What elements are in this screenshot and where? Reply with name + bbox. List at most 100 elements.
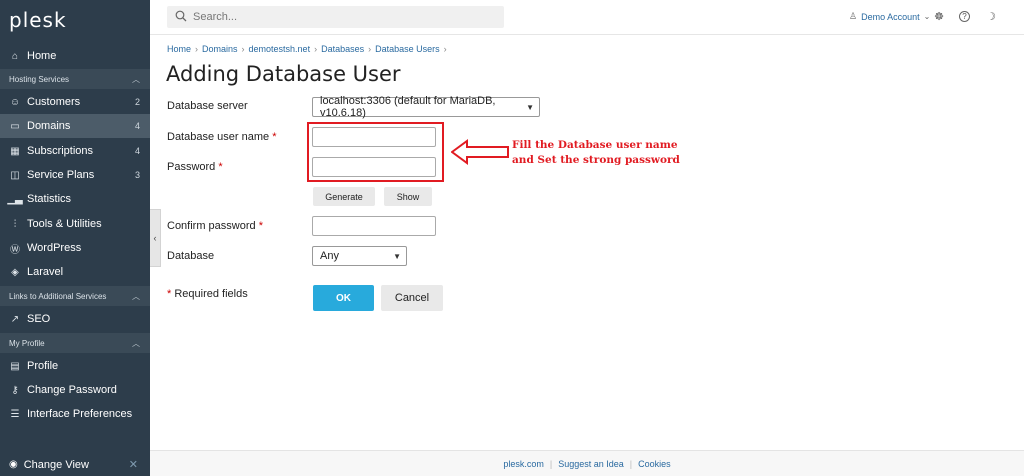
sidebar-item-customers[interactable]: ☺ Customers 2 (0, 90, 150, 114)
sidebar-item-label: Home (27, 50, 57, 62)
sliders-icon: ⫶ (13, 218, 17, 230)
chevron-up-icon: ︿ (132, 74, 140, 84)
database-value: Any (320, 250, 339, 262)
nav-group-label: Hosting Services (9, 74, 70, 84)
plesk-logo[interactable]: plesk (9, 8, 67, 32)
footer-link-cookies[interactable]: Cookies (638, 459, 671, 469)
search-input[interactable]: Search... (167, 6, 504, 28)
chevron-right-icon: › (368, 44, 372, 54)
database-user-name-label: Database user name * (167, 131, 276, 143)
chevron-right-icon: › (241, 44, 245, 54)
sidebar-item-tools[interactable]: ⫶ Tools & Utilities (0, 212, 150, 236)
chevron-up-icon: ︿ (132, 291, 140, 301)
database-server-label: Database server (167, 100, 248, 112)
sidebar-item-wordpress[interactable]: Ⓦ WordPress (0, 236, 150, 260)
eye-icon: ◉ (9, 459, 18, 470)
sidebar-item-subscriptions[interactable]: ▦ Subscriptions 4 (0, 139, 150, 163)
footer-separator: | (549, 458, 553, 469)
sidebar-item-count: 2 (134, 97, 140, 107)
monitor-icon: ▭ (10, 120, 20, 132)
sidebar-item-label: WordPress (27, 242, 82, 254)
nav-group-hosting[interactable]: Hosting Services ︿ (0, 69, 150, 89)
required-fields-note: * Required fields (167, 288, 248, 300)
sidebar-item-label: SEO (27, 313, 51, 325)
wordpress-icon: Ⓦ (10, 244, 20, 256)
annotation-line-2: and Set the strong password (512, 154, 680, 166)
bug-icon[interactable]: ☸ (932, 9, 946, 23)
moon-icon[interactable]: ☽ (984, 9, 998, 23)
book-icon: ◫ (10, 169, 20, 181)
chevron-right-icon: › (195, 44, 199, 54)
sidebar-item-label: Interface Preferences (27, 408, 133, 420)
chevron-down-icon: ▼ (393, 251, 401, 261)
sidebar-item-label: Tools & Utilities (27, 218, 102, 230)
top-bar: Search... ♙ Demo Account ⌄ ☸ ? ☽ (150, 0, 1024, 35)
search-icon (175, 10, 187, 25)
sidebar-item-label: Subscriptions (27, 145, 94, 157)
breadcrumb-domains[interactable]: Domains (202, 44, 238, 54)
sidebar-item-count: 4 (134, 121, 140, 131)
confirm-password-label: Confirm password * (167, 220, 263, 232)
sidebar-item-interface-preferences[interactable]: ☰ Interface Preferences (0, 402, 150, 426)
change-view-button[interactable]: ◉ Change View ✕ (0, 453, 150, 476)
sidebar-item-laravel[interactable]: ◈ Laravel (0, 260, 150, 284)
nav-group-links[interactable]: Links to Additional Services ︿ (0, 286, 150, 306)
sidebar-item-service-plans[interactable]: ◫ Service Plans 3 (0, 163, 150, 187)
account-menu[interactable]: ♙ Demo Account ⌄ (849, 11, 930, 22)
home-icon: ⌂ (11, 50, 19, 62)
sidebar-item-count: 4 (134, 146, 140, 156)
chevron-down-icon: ▼ (526, 102, 534, 112)
list-icon: ☰ (10, 408, 20, 420)
required-marker: * (272, 131, 277, 143)
database-server-value: localhost:3306 (default for MariaDB, v10… (320, 95, 496, 119)
sidebar-collapse-toggle[interactable]: ‹ (150, 209, 161, 267)
confirm-password-input[interactable] (312, 216, 436, 236)
sidebar-item-statistics[interactable]: ▁▃ Statistics (0, 187, 150, 211)
search-placeholder: Search... (193, 11, 238, 23)
chevron-down-icon: ⌄ (923, 12, 931, 21)
chevron-left-icon: ‹ (153, 233, 157, 243)
show-button[interactable]: Show (384, 187, 432, 206)
nav-group-label: My Profile (9, 338, 45, 348)
breadcrumb-database-users[interactable]: Database Users (375, 44, 440, 54)
footer-link-suggest[interactable]: Suggest an Idea (558, 459, 624, 469)
change-view-label: Change View (23, 458, 89, 471)
annotation-highlight-box (307, 122, 444, 182)
chevron-right-icon: › (314, 44, 318, 54)
chevron-right-icon: › (443, 44, 447, 54)
sidebar-item-home[interactable]: ⌂ Home (0, 44, 150, 68)
sidebar-item-label: Laravel (27, 266, 64, 278)
sidebar-item-label: Customers (27, 96, 81, 108)
sidebar-item-label: Service Plans (27, 169, 95, 181)
sidebar-item-label: Domains (27, 120, 71, 132)
required-marker: * (258, 220, 263, 232)
nav-group-profile[interactable]: My Profile ︿ (0, 333, 150, 353)
cancel-button[interactable]: Cancel (381, 285, 443, 311)
breadcrumb-domain[interactable]: demotestsh.net (249, 44, 311, 54)
page-title: Adding Database User (166, 62, 401, 86)
breadcrumb-home[interactable]: Home (167, 44, 191, 54)
password-label: Password * (167, 161, 223, 173)
bar-chart-icon: ▁▃ (7, 193, 23, 205)
close-icon[interactable]: ✕ (129, 458, 138, 471)
user-icon: ♙ (849, 11, 858, 21)
breadcrumb-databases[interactable]: Databases (321, 44, 364, 54)
annotation-text: Fill the Database user name and Set the … (512, 138, 680, 168)
grid-icon: ▦ (10, 145, 20, 157)
footer-link-plesk[interactable]: plesk.com (503, 459, 544, 469)
nav-group-label: Links to Additional Services (9, 291, 107, 301)
sidebar-item-domains[interactable]: ▭ Domains 4 (0, 114, 150, 138)
sidebar-item-change-password[interactable]: ⚷ Change Password (0, 378, 150, 402)
required-marker: * (218, 161, 223, 173)
annotation-arrow-icon (451, 139, 509, 165)
sidebar-item-profile[interactable]: ▤ Profile (0, 354, 150, 378)
help-icon[interactable]: ? (959, 11, 970, 22)
sidebar-item-seo[interactable]: ↗ SEO (0, 307, 150, 331)
generate-button[interactable]: Generate (313, 187, 375, 206)
database-select[interactable]: Any ▼ (312, 246, 407, 266)
key-icon: ⚷ (11, 384, 19, 396)
database-server-select[interactable]: localhost:3306 (default for MariaDB, v10… (312, 95, 540, 119)
required-note-text: Required fields (174, 288, 248, 300)
ok-button[interactable]: OK (313, 285, 374, 311)
footer-separator: | (629, 458, 633, 469)
